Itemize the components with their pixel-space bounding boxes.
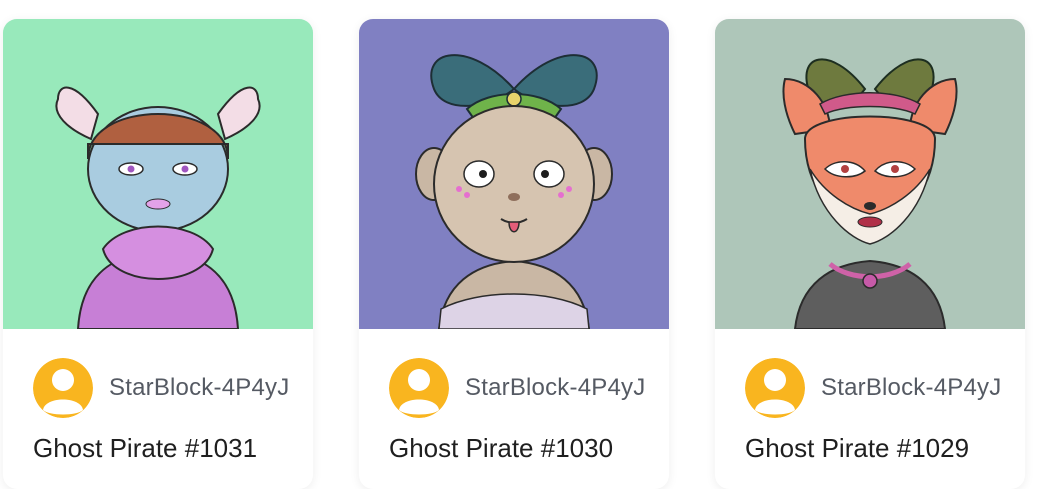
owner-name[interactable]: StarBlock-4P4yJ — [821, 374, 1001, 402]
nft-image[interactable] — [715, 19, 1025, 329]
user-silhouette-icon — [745, 358, 805, 418]
nft-title[interactable]: Ghost Pirate #1029 — [745, 433, 969, 464]
owner-row[interactable]: StarBlock-4P4yJ — [745, 358, 1001, 418]
nft-image[interactable] — [359, 19, 669, 329]
user-silhouette-icon — [389, 358, 449, 418]
nft-title[interactable]: Ghost Pirate #1031 — [33, 433, 257, 464]
owner-name[interactable]: StarBlock-4P4yJ — [465, 374, 645, 402]
nft-card[interactable]: StarBlock-4P4yJ Ghost Pirate #1029 — [715, 19, 1025, 489]
nft-title[interactable]: Ghost Pirate #1030 — [389, 433, 613, 464]
nft-card[interactable]: StarBlock-4P4yJ Ghost Pirate #1031 — [3, 19, 313, 489]
nft-image[interactable] — [3, 19, 313, 329]
owner-row[interactable]: StarBlock-4P4yJ — [389, 358, 645, 418]
nft-card[interactable]: StarBlock-4P4yJ Ghost Pirate #1030 — [359, 19, 669, 489]
owner-row[interactable]: StarBlock-4P4yJ — [33, 358, 289, 418]
owner-name[interactable]: StarBlock-4P4yJ — [109, 374, 289, 402]
user-silhouette-icon — [33, 358, 93, 418]
